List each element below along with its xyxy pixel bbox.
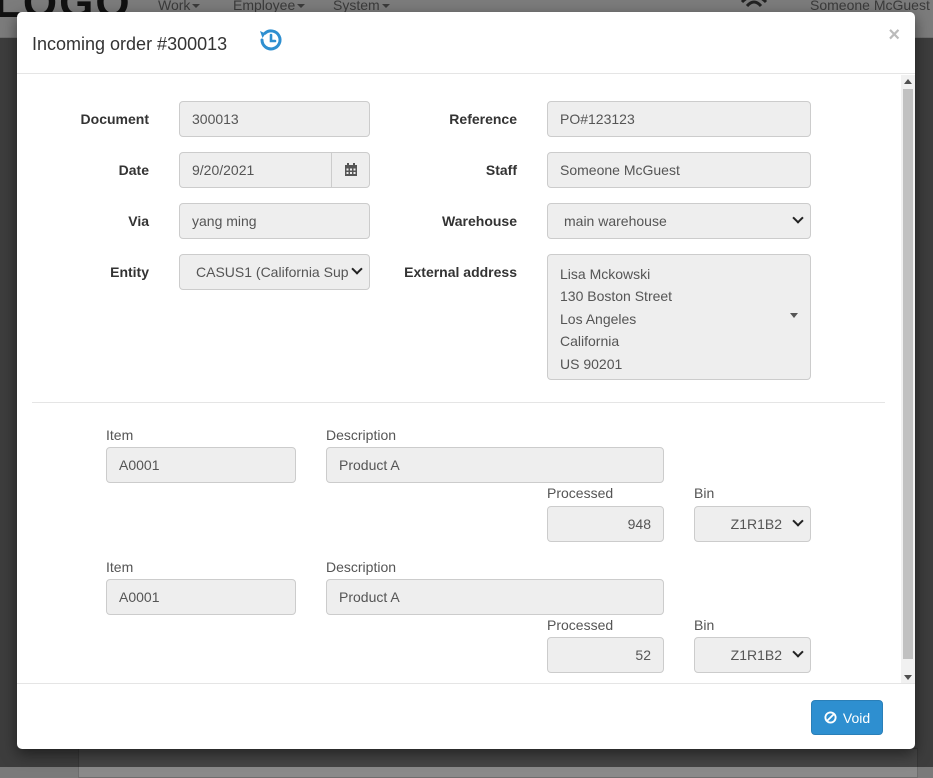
chevron-down-icon	[792, 515, 804, 527]
warehouse-select[interactable]: main warehouse	[547, 203, 811, 239]
reference-field[interactable]: PO#123123	[547, 101, 811, 137]
warehouse-label: Warehouse	[442, 213, 517, 229]
close-button[interactable]: ×	[888, 24, 900, 47]
description-field[interactable]: Product A	[326, 447, 664, 483]
incoming-order-modal: Incoming order #300013 × Document 300013…	[17, 12, 915, 749]
description-label: Description	[326, 559, 397, 575]
address-line: 130 Boston Street	[560, 288, 673, 305]
description-field[interactable]: Product A	[326, 579, 664, 615]
chevron-down-icon	[351, 263, 363, 275]
external-address-field[interactable]: Lisa Mckowski 130 Boston Street Los Ange…	[547, 254, 811, 380]
modal-body: Document 300013 Reference PO#123123 Date…	[17, 75, 915, 683]
bin-select-value: Z1R1B2	[730, 647, 782, 663]
staff-label: Staff	[485, 162, 517, 178]
scroll-up-arrow-icon[interactable]	[904, 79, 912, 84]
modal-footer: Void	[17, 683, 915, 749]
address-line: Lisa Mckowski	[560, 266, 651, 282]
scrollbar-thumb[interactable]	[903, 89, 913, 659]
item-label: Item	[106, 427, 134, 443]
date-label: Date	[118, 162, 149, 178]
item-field[interactable]: A0001	[106, 579, 296, 615]
address-line: California	[560, 333, 620, 350]
processed-field[interactable]: 948	[547, 506, 664, 542]
chevron-down-icon	[792, 212, 804, 224]
bin-label: Bin	[694, 617, 715, 633]
entity-label: Entity	[110, 264, 149, 280]
entity-select-value: CASUS1 (California Sup	[196, 264, 349, 280]
modal-header: Incoming order #300013 ×	[17, 12, 915, 74]
void-button-label: Void	[842, 709, 871, 726]
external-address-label: External address	[404, 264, 517, 280]
calendar-icon	[345, 163, 357, 176]
entity-select[interactable]: CASUS1 (California Sup	[179, 254, 370, 290]
document-label: Document	[80, 111, 149, 127]
scrollbar[interactable]	[901, 75, 915, 683]
ban-icon	[824, 711, 837, 724]
item-field[interactable]: A0001	[106, 447, 296, 483]
bin-select-value: Z1R1B2	[730, 516, 782, 532]
processed-field[interactable]: 52	[547, 637, 664, 673]
calendar-button[interactable]	[331, 152, 370, 188]
chevron-down-icon	[792, 646, 804, 658]
bin-select[interactable]: Z1R1B2	[694, 637, 811, 673]
address-line: Los Angeles	[560, 310, 637, 327]
modal-title: Incoming order #300013	[32, 34, 228, 54]
address-line: US 90201	[560, 355, 623, 372]
scroll-down-arrow-icon[interactable]	[904, 675, 912, 680]
item-label: Item	[106, 559, 134, 575]
description-label: Description	[326, 427, 397, 443]
bin-label: Bin	[694, 485, 715, 501]
section-divider	[32, 402, 885, 403]
caret-down-icon[interactable]	[790, 313, 798, 318]
staff-field[interactable]: Someone McGuest	[547, 152, 811, 188]
history-icon[interactable]	[257, 26, 285, 54]
bin-select[interactable]: Z1R1B2	[694, 506, 811, 542]
processed-label: Processed	[547, 485, 614, 501]
date-field[interactable]: 9/20/2021	[179, 152, 332, 188]
document-field[interactable]: 300013	[179, 101, 370, 137]
via-field[interactable]: yang ming	[179, 203, 370, 239]
via-label: Via	[128, 213, 149, 229]
reference-label: Reference	[449, 111, 517, 127]
close-icon: ×	[888, 24, 900, 46]
warehouse-select-value: main warehouse	[564, 213, 667, 229]
void-button[interactable]: Void	[811, 700, 883, 735]
processed-label: Processed	[547, 617, 614, 633]
